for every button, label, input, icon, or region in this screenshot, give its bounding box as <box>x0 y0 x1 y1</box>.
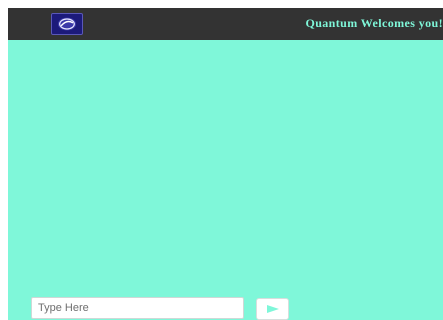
brand-logo-icon <box>51 13 83 35</box>
send-button[interactable] <box>256 298 289 320</box>
top-bar: Quantum Welcomes you! <box>8 8 443 40</box>
chat-app: Quantum Welcomes you! <box>8 8 443 320</box>
welcome-title: Quantum Welcomes you! <box>305 16 443 30</box>
message-input[interactable] <box>31 297 244 319</box>
chat-messages-area <box>8 40 443 290</box>
send-arrow-icon <box>266 305 279 313</box>
message-composer <box>8 295 443 320</box>
